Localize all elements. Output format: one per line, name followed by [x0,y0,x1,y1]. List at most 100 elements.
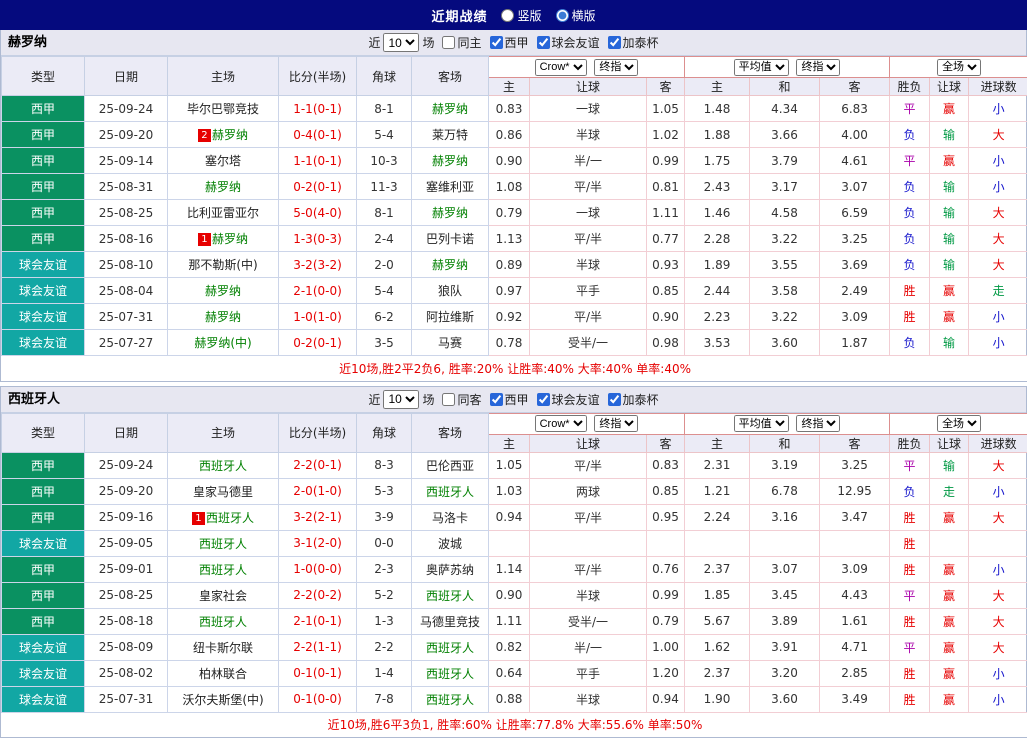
match-score[interactable]: 0-2(0-1) [279,174,357,200]
team-cell[interactable]: 奥萨苏纳 [412,556,489,582]
team-cell[interactable]: 西班牙人 [412,634,489,660]
league-filter-catalan-cup[interactable]: 加泰杯 [603,391,659,408]
odds-stage-select[interactable]: 终指 [594,415,638,432]
match-score[interactable]: 0-2(0-1) [279,330,357,356]
match-score[interactable]: 0-1(0-0) [279,686,357,712]
average-select[interactable]: 平均值 [734,59,789,76]
team-cell[interactable]: 狼队 [412,278,489,304]
layout-vertical-option[interactable]: 竖版 [501,7,541,24]
match-score[interactable]: 2-2(1-1) [279,634,357,660]
team-cell[interactable]: 赫罗纳 [412,252,489,278]
team-cell[interactable]: 西班牙人 [412,582,489,608]
recent-count-select[interactable]: 10 [383,390,419,409]
match-row: 西甲25-09-24毕尔巴鄂竞技1-1(0-1)8-1赫罗纳0.83一球1.05… [2,96,1027,122]
match-score[interactable]: 2-1(0-1) [279,608,357,634]
match-scope-select[interactable]: 全场 [937,59,981,76]
team-cell[interactable]: 毕尔巴鄂竞技 [168,96,279,122]
match-score[interactable]: 1-1(0-1) [279,148,357,174]
league-filter-laliga[interactable]: 西甲 [485,34,529,51]
same-venue-checkbox[interactable] [442,36,455,49]
team-cell[interactable]: 比利亚雷亚尔 [168,200,279,226]
team-cell[interactable]: 阿拉维斯 [412,304,489,330]
match-score[interactable]: 3-1(2-0) [279,530,357,556]
vertical-layout-radio[interactable] [501,9,514,22]
team-cell[interactable]: 那不勒斯(中) [168,252,279,278]
catalan-cup-checkbox[interactable] [608,36,621,49]
team-cell[interactable]: 1西班牙人 [168,504,279,530]
team-cell[interactable]: 马洛卡 [412,504,489,530]
team-cell[interactable]: 塞尔塔 [168,148,279,174]
team-cell[interactable]: 赫罗纳 [412,148,489,174]
team-cell[interactable]: 莱万特 [412,122,489,148]
team-cell[interactable]: 西班牙人 [412,660,489,686]
team-cell[interactable]: 赫罗纳 [168,304,279,330]
same-venue-filter[interactable]: 同客 [437,391,481,408]
team-cell[interactable]: 西班牙人 [412,478,489,504]
asian-odds-home: 0.92 [489,304,530,330]
laliga-checkbox[interactable] [490,36,503,49]
match-score[interactable]: 0-4(0-1) [279,122,357,148]
team-cell[interactable]: 塞维利亚 [412,174,489,200]
asian-odds-away: 0.90 [647,304,685,330]
same-venue-filter[interactable]: 同主 [437,34,481,51]
team-cell[interactable]: 柏林联合 [168,660,279,686]
team-cell[interactable]: 赫罗纳 [168,278,279,304]
match-score[interactable]: 2-1(0-0) [279,278,357,304]
team-cell[interactable]: 皇家社会 [168,582,279,608]
average-select[interactable]: 平均值 [734,415,789,432]
odds-company-select[interactable]: Crow* [535,59,587,76]
team-cell[interactable]: 纽卡斯尔联 [168,634,279,660]
team-cell[interactable]: 赫罗纳 [412,200,489,226]
team-cell[interactable]: 赫罗纳(中) [168,330,279,356]
match-scope-select[interactable]: 全场 [937,415,981,432]
euro-odds-home: 1.89 [685,252,750,278]
team-cell[interactable]: 2赫罗纳 [168,122,279,148]
same-venue-checkbox[interactable] [442,393,455,406]
match-score[interactable]: 2-2(0-1) [279,452,357,478]
match-score[interactable]: 3-2(2-1) [279,504,357,530]
competition-type: 西甲 [2,148,85,174]
laliga-checkbox[interactable] [490,393,503,406]
match-score[interactable]: 1-3(0-3) [279,226,357,252]
team-cell[interactable]: 西班牙人 [168,452,279,478]
odds-stage-select[interactable]: 终指 [594,59,638,76]
odds-company-select[interactable]: Crow* [535,415,587,432]
team-cell[interactable]: 皇家马德里 [168,478,279,504]
team-cell[interactable]: 西班牙人 [168,530,279,556]
match-score[interactable]: 1-0(1-0) [279,304,357,330]
match-score[interactable]: 1-1(0-1) [279,96,357,122]
team-cell[interactable]: 1赫罗纳 [168,226,279,252]
match-row: 球会友谊25-08-09纽卡斯尔联2-2(1-1)2-2西班牙人0.82半/一1… [2,634,1027,660]
club-friendly-checkbox[interactable] [537,393,550,406]
handicap-result-cell: 赢 [930,278,969,304]
team-name-text: 赫罗纳(中) [194,336,251,350]
team-cell[interactable]: 巴伦西亚 [412,452,489,478]
team-cell[interactable]: 波城 [412,530,489,556]
club-friendly-checkbox[interactable] [537,36,550,49]
catalan-cup-checkbox[interactable] [608,393,621,406]
team-cell[interactable]: 西班牙人 [168,556,279,582]
team-cell[interactable]: 马德里竞技 [412,608,489,634]
league-filter-catalan-cup[interactable]: 加泰杯 [603,34,659,51]
average-stage-select[interactable]: 终指 [796,59,840,76]
team-cell[interactable]: 西班牙人 [168,608,279,634]
team-cell[interactable]: 巴列卡诺 [412,226,489,252]
league-filter-club-friendly[interactable]: 球会友谊 [532,391,600,408]
match-score[interactable]: 2-0(1-0) [279,478,357,504]
team-cell[interactable]: 西班牙人 [412,686,489,712]
team-cell[interactable]: 赫罗纳 [168,174,279,200]
layout-horizontal-option[interactable]: 横版 [556,7,596,24]
average-stage-select[interactable]: 终指 [796,415,840,432]
horizontal-layout-radio[interactable] [556,9,569,22]
league-filter-laliga[interactable]: 西甲 [485,391,529,408]
match-score[interactable]: 1-0(0-0) [279,556,357,582]
match-score[interactable]: 0-1(0-1) [279,660,357,686]
recent-count-select[interactable]: 10 [383,33,419,52]
team-cell[interactable]: 马赛 [412,330,489,356]
match-score[interactable]: 2-2(0-2) [279,582,357,608]
match-score[interactable]: 5-0(4-0) [279,200,357,226]
league-filter-club-friendly[interactable]: 球会友谊 [532,34,600,51]
match-score[interactable]: 3-2(3-2) [279,252,357,278]
team-cell[interactable]: 沃尔夫斯堡(中) [168,686,279,712]
team-cell[interactable]: 赫罗纳 [412,96,489,122]
